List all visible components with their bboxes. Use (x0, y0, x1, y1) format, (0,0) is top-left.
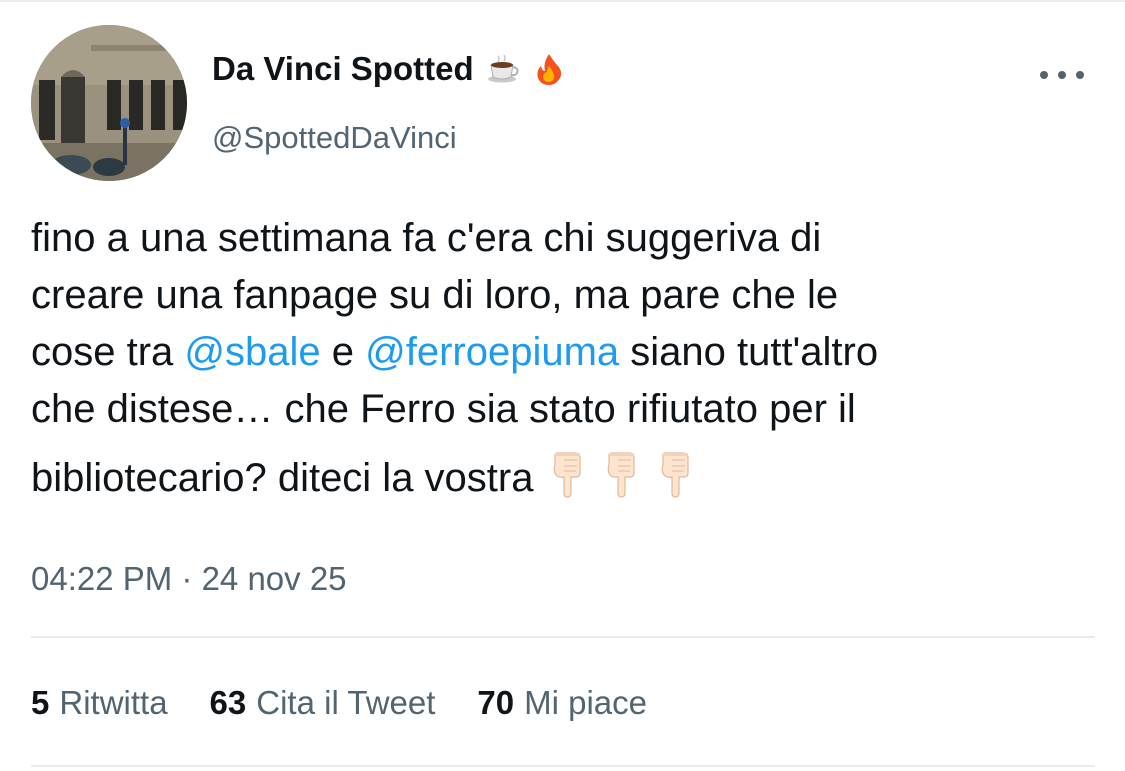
avatar[interactable] (31, 25, 187, 181)
likes-stat[interactable]: 70 Mi piace (477, 684, 647, 722)
likes-label: Mi piace (524, 684, 648, 721)
retweets-label: Ritwitta (59, 684, 168, 721)
quotes-count: 63 (209, 684, 247, 721)
mention-link-ferroepiuma[interactable]: @ferroepiuma (365, 330, 619, 374)
author-display-name-row[interactable]: Da Vinci Spotted (212, 50, 566, 88)
retweets-count: 5 (31, 684, 50, 721)
pointing-down-emoji-icon (655, 451, 695, 499)
tweet-stats: 5 Ritwitta 63 Cita il Tweet 70 Mi piace (31, 684, 689, 722)
more-options-button[interactable] (1040, 62, 1084, 88)
likes-count: 70 (477, 684, 515, 721)
tweet-text-line: creare una fanpage su di loro, ma pare c… (31, 273, 839, 317)
mention-link-sbale[interactable]: @sbale (184, 330, 320, 374)
stats-bottom-divider (31, 765, 1095, 767)
stats-top-divider (31, 636, 1095, 638)
top-divider (0, 0, 1125, 2)
retweets-stat[interactable]: 5 Ritwitta (31, 684, 168, 722)
tweet-body: fino a una settimana fa c'era chi sugger… (31, 210, 1111, 507)
pointing-down-emoji-icon (547, 451, 587, 499)
tweet-text-line: fino a una settimana fa c'era chi sugger… (31, 216, 822, 260)
tweet-text-line: che distese… che Ferro sia stato rifiuta… (31, 387, 856, 431)
tweet-text-line: cose tra @sbale e @ferroepiuma siano tut… (31, 324, 1111, 381)
tweet-text-fragment: e (320, 330, 366, 374)
pointing-down-emoji-icon (601, 451, 641, 499)
tweet-timestamp[interactable]: 04:22 PM · 24 nov 25 (31, 560, 347, 598)
avatar-image (31, 25, 187, 181)
quotes-stat[interactable]: 63 Cita il Tweet (210, 684, 436, 722)
coffee-emoji-icon (486, 52, 520, 86)
more-dot-icon (1076, 71, 1084, 79)
more-dot-icon (1040, 71, 1048, 79)
tweet-text-fragment: siano tutt'altro (619, 330, 879, 374)
quotes-label: Cita il Tweet (256, 684, 436, 721)
tweet-text-line: bibliotecario? diteci la vostra (31, 450, 1111, 507)
tweet-text-fragment: cose tra (31, 330, 185, 374)
author-display-name[interactable]: Da Vinci Spotted (212, 50, 474, 88)
tweet-text-fragment: bibliotecario? diteci la vostra (31, 456, 534, 500)
author-handle[interactable]: @SpottedDaVinci (212, 120, 457, 156)
more-dot-icon (1058, 71, 1066, 79)
fire-emoji-icon (532, 52, 566, 86)
